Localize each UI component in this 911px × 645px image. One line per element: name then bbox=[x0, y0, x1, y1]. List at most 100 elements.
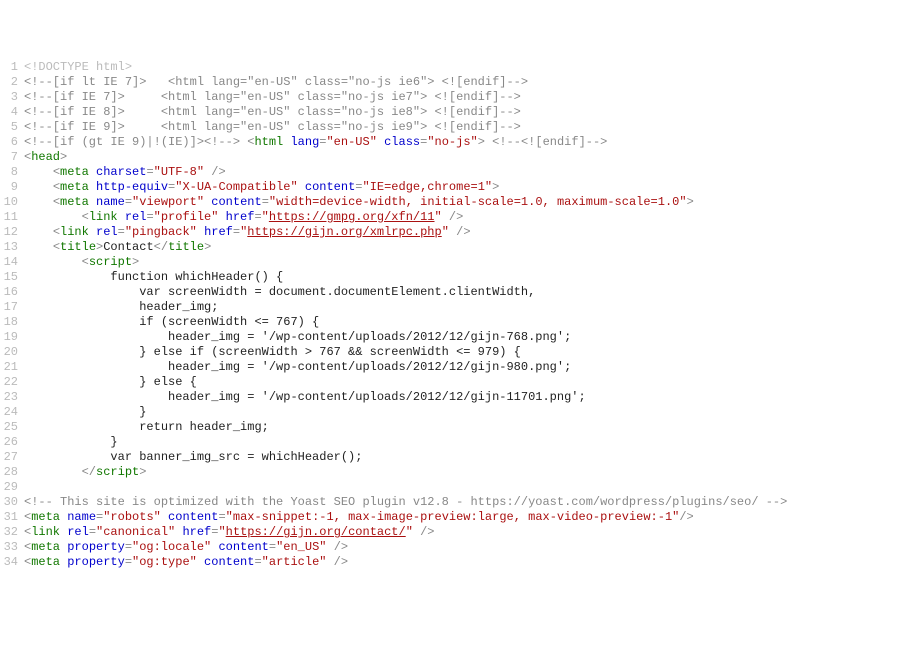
token-attr-val: "robots" bbox=[103, 510, 161, 524]
code-content: <meta name="viewport" content="width=dev… bbox=[24, 195, 911, 210]
code-line: 28 </script> bbox=[0, 465, 911, 480]
token-tag-bracket: < bbox=[24, 540, 31, 554]
line-number: 29 bbox=[0, 480, 24, 495]
token-attr-name: content bbox=[204, 555, 254, 569]
token-text: if (screenWidth <= 767) { bbox=[24, 315, 319, 329]
token-attr-eq: = bbox=[262, 195, 269, 209]
token-attr-eq: = bbox=[146, 210, 153, 224]
token-tag-name: title bbox=[60, 240, 96, 254]
code-line: 9 <meta http-equiv="X-UA-Compatible" con… bbox=[0, 180, 911, 195]
token-attr-val: "en-US" bbox=[326, 135, 376, 149]
line-number: 27 bbox=[0, 450, 24, 465]
token-text bbox=[60, 540, 67, 554]
token-text: return header_img; bbox=[24, 420, 269, 434]
code-content: <!--[if lt IE 7]> <html lang="en-US" cla… bbox=[24, 75, 911, 90]
token-tag-bracket: < bbox=[24, 525, 31, 539]
token-comment: <!--<![endif]--> bbox=[492, 135, 607, 149]
token-tag-name: script bbox=[96, 465, 139, 479]
token-attr-val: " bbox=[442, 225, 449, 239]
token-comment: <!--[if lt IE 7]> <html lang="en-US" cla… bbox=[24, 75, 528, 89]
code-line: 5<!--[if IE 9]> <html lang="en-US" class… bbox=[0, 120, 911, 135]
code-content: } bbox=[24, 435, 911, 450]
token-tag-bracket: < bbox=[53, 225, 60, 239]
token-tag-bracket: </ bbox=[82, 465, 96, 479]
code-content: header_img = '/wp-content/uploads/2012/1… bbox=[24, 390, 911, 405]
code-content: header_img = '/wp-content/uploads/2012/1… bbox=[24, 360, 911, 375]
code-line: 19 header_img = '/wp-content/uploads/201… bbox=[0, 330, 911, 345]
code-line: 20 } else if (screenWidth > 767 && scree… bbox=[0, 345, 911, 360]
token-tag-bracket: < bbox=[82, 210, 89, 224]
line-number: 21 bbox=[0, 360, 24, 375]
token-attr-name: href bbox=[182, 525, 211, 539]
token-attr-eq: = bbox=[125, 555, 132, 569]
token-attr-name: name bbox=[96, 195, 125, 209]
code-content: <meta name="robots" content="max-snippet… bbox=[24, 510, 911, 525]
line-number: 6 bbox=[0, 135, 24, 150]
token-attr-eq: = bbox=[355, 180, 362, 194]
token-text: header_img = '/wp-content/uploads/2012/1… bbox=[24, 330, 571, 344]
token-attr-val: "article" bbox=[262, 555, 327, 569]
token-tag-bracket: > bbox=[60, 150, 67, 164]
code-content: } else if (screenWidth > 767 && screenWi… bbox=[24, 345, 911, 360]
token-attr-eq: = bbox=[269, 540, 276, 554]
code-line: 22 } else { bbox=[0, 375, 911, 390]
code-content: <!DOCTYPE html> bbox=[24, 60, 911, 75]
token-text: } else if (screenWidth > 767 && screenWi… bbox=[24, 345, 521, 359]
token-comment: <!--[if IE 7]> <html lang="en-US" class=… bbox=[24, 90, 521, 104]
code-content: function whichHeader() { bbox=[24, 270, 911, 285]
token-tag-name: head bbox=[31, 150, 60, 164]
token-tag-name: html bbox=[254, 135, 283, 149]
line-number: 13 bbox=[0, 240, 24, 255]
line-number: 31 bbox=[0, 510, 24, 525]
code-content: <meta property="og:locale" content="en_U… bbox=[24, 540, 911, 555]
token-text bbox=[89, 225, 96, 239]
token-tag-bracket: < bbox=[82, 255, 89, 269]
code-line: 6<!--[if (gt IE 9)|!(IE)]><!--> <html la… bbox=[0, 135, 911, 150]
code-content: var banner_img_src = whichHeader(); bbox=[24, 450, 911, 465]
token-tag-bracket: </ bbox=[154, 240, 168, 254]
token-attr-name: href bbox=[226, 210, 255, 224]
token-attr-val: "width=device-width, initial-scale=1.0, … bbox=[269, 195, 687, 209]
token-tag-bracket: /> bbox=[327, 540, 349, 554]
code-line: 32<link rel="canonical" href="https://gi… bbox=[0, 525, 911, 540]
token-text: header_img = '/wp-content/uploads/2012/1… bbox=[24, 360, 571, 374]
line-number: 8 bbox=[0, 165, 24, 180]
token-attr-val: " bbox=[406, 525, 413, 539]
token-tag-bracket: > bbox=[132, 255, 139, 269]
line-number: 1 bbox=[0, 60, 24, 75]
token-tag-bracket: /> bbox=[449, 225, 471, 239]
token-attr-name: property bbox=[67, 555, 125, 569]
token-attr-name: name bbox=[67, 510, 96, 524]
token-text bbox=[175, 525, 182, 539]
code-content: </script> bbox=[24, 465, 911, 480]
token-tag-bracket: > bbox=[204, 240, 211, 254]
token-tag-bracket: > bbox=[478, 135, 485, 149]
token-text bbox=[24, 255, 82, 269]
token-tag-name: script bbox=[89, 255, 132, 269]
line-number: 26 bbox=[0, 435, 24, 450]
token-attr-name: content bbox=[211, 195, 261, 209]
token-tag-bracket: < bbox=[24, 510, 31, 524]
token-comment: <!-- This site is optimized with the Yoa… bbox=[24, 495, 787, 509]
token-attr-eq: = bbox=[118, 225, 125, 239]
token-tag-name: link bbox=[60, 225, 89, 239]
line-number: 28 bbox=[0, 465, 24, 480]
token-attr-name: lang bbox=[290, 135, 319, 149]
token-tag-name: meta bbox=[60, 180, 89, 194]
token-text bbox=[89, 180, 96, 194]
line-number: 12 bbox=[0, 225, 24, 240]
token-text bbox=[161, 510, 168, 524]
token-tag-bracket: < bbox=[53, 165, 60, 179]
line-number: 25 bbox=[0, 420, 24, 435]
token-tag-bracket: /> bbox=[413, 525, 435, 539]
line-number: 18 bbox=[0, 315, 24, 330]
code-content: <!--[if (gt IE 9)|!(IE)]><!--> <html lan… bbox=[24, 135, 911, 150]
line-number: 10 bbox=[0, 195, 24, 210]
token-text bbox=[24, 225, 53, 239]
line-number: 17 bbox=[0, 300, 24, 315]
source-code-viewer: 1<!DOCTYPE html>2<!--[if lt IE 7]> <html… bbox=[0, 60, 911, 570]
line-number: 14 bbox=[0, 255, 24, 270]
code-line: 10 <meta name="viewport" content="width=… bbox=[0, 195, 911, 210]
code-line: 11 <link rel="profile" href="https://gmp… bbox=[0, 210, 911, 225]
token-attr-val: "og:type" bbox=[132, 555, 197, 569]
